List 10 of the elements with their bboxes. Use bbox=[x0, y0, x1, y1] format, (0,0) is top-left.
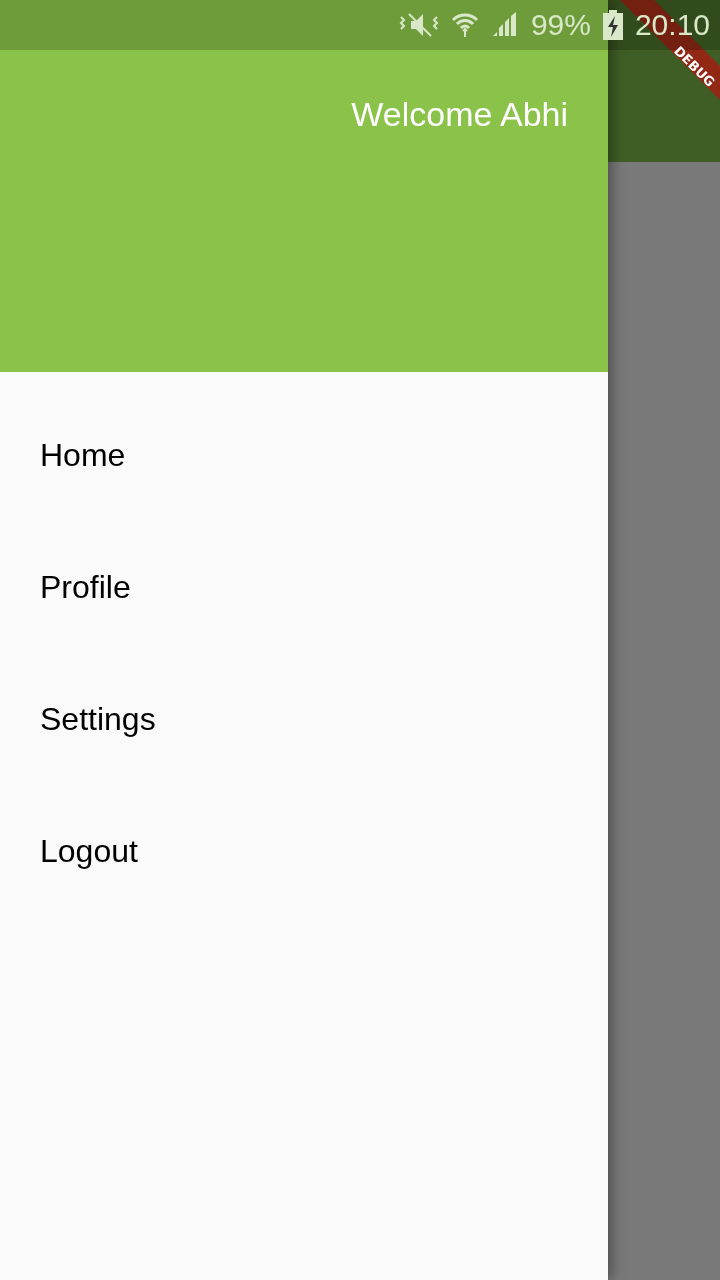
clock: 20:10 bbox=[634, 10, 710, 40]
drawer-item[interactable]: Settings bbox=[0, 653, 608, 785]
drawer-item[interactable]: Profile bbox=[0, 521, 608, 653]
welcome-title: Welcome Abhi bbox=[351, 94, 568, 135]
mute-icon bbox=[398, 11, 439, 39]
battery-percent: 99% bbox=[530, 10, 591, 40]
drawer-item[interactable]: Home bbox=[0, 389, 608, 521]
wifi-icon bbox=[450, 11, 479, 39]
drawer-item[interactable]: Logout bbox=[0, 785, 608, 917]
battery-charging-icon bbox=[602, 10, 623, 40]
